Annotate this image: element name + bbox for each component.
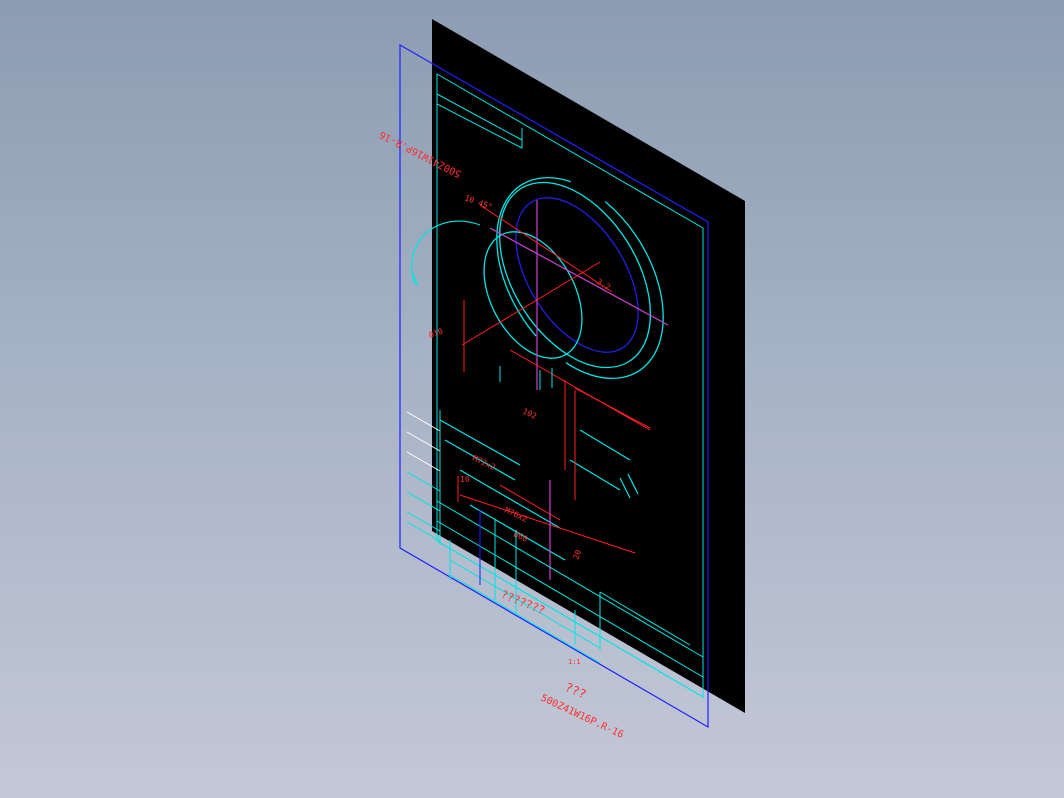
drawing-sheet <box>432 19 745 713</box>
height-text: 10 <box>460 475 470 484</box>
drawing-title: ??? <box>563 680 589 702</box>
scale-text: 1:1 <box>568 658 581 666</box>
cad-viewport[interactable]: 10 45° 3.2 Ø10 102 M72x2 M76x2 Ø60 10 20 <box>0 0 1064 798</box>
drawing-canvas: 10 45° 3.2 Ø10 102 M72x2 M76x2 Ø60 10 20 <box>378 19 745 741</box>
